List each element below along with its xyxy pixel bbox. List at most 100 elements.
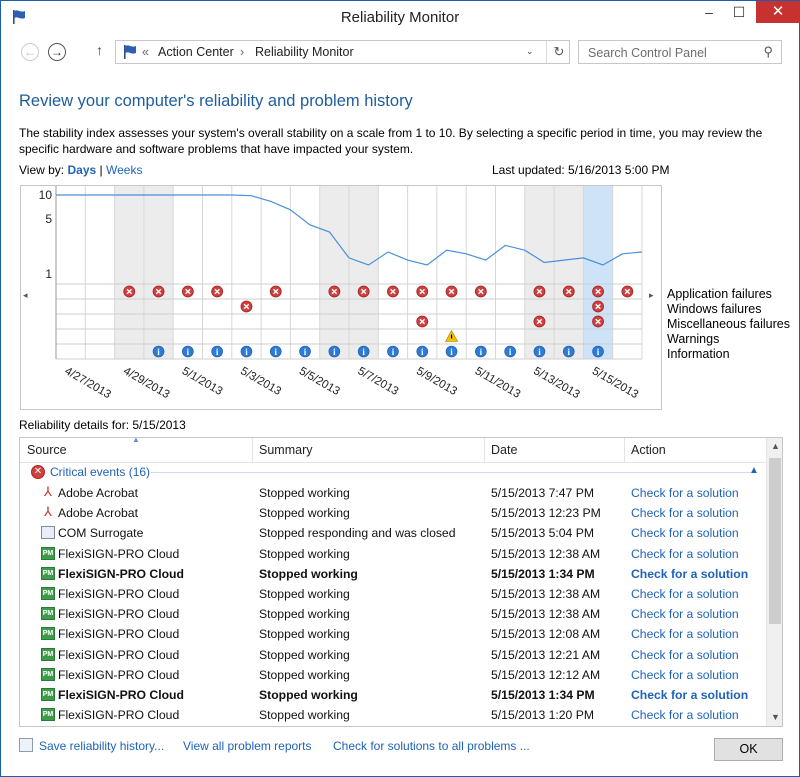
column-action[interactable]: Action [631, 443, 666, 457]
up-button[interactable]: ↑ [96, 42, 103, 58]
close-button[interactable]: ✕ [756, 1, 800, 23]
check-solution-link[interactable]: Check for a solution [631, 506, 739, 520]
view-all-reports-link[interactable]: View all problem reports [183, 739, 312, 753]
group-divider [151, 472, 751, 473]
summary-cell: Stopped working [259, 586, 350, 601]
source-cell: FlexiSIGN-PRO Cloud [58, 667, 180, 682]
x-tick-label: 5/1/2013 [180, 365, 225, 398]
table-row[interactable]: PM FlexiSIGN-PRO Cloud Stopped working 5/15… [20, 645, 766, 665]
table-row[interactable]: PM FlexiSIGN-PRO Cloud Stopped working 5/15… [20, 584, 766, 604]
navigation-bar: ← → ↑ « Action Center › Reliability Moni… [1, 33, 799, 71]
group-label[interactable]: Critical events (16) [50, 465, 150, 479]
chart-scroll-right[interactable]: ▸ [649, 290, 654, 301]
check-solution-link[interactable]: Check for a solution [631, 627, 739, 641]
back-button[interactable]: ← [21, 43, 39, 61]
address-bar[interactable]: « Action Center › Reliability Monitor ⌄ … [115, 40, 570, 64]
summary-cell: Stopped working [259, 546, 350, 561]
table-scrollbar[interactable]: ▲ ▼ [766, 438, 782, 726]
table-row[interactable]: PM FlexiSIGN-PRO Cloud Stopped working 5/15… [20, 685, 766, 705]
date-cell: 5/15/2013 7:47 PM [491, 486, 594, 500]
column-summary[interactable]: Summary [259, 443, 312, 457]
breadcrumb-arrow[interactable]: › [240, 45, 244, 59]
column-divider[interactable] [252, 438, 253, 462]
forward-button[interactable]: → [48, 43, 66, 61]
check-solution-link[interactable]: Check for a solution [631, 708, 739, 722]
column-date[interactable]: Date [491, 443, 517, 457]
check-solution-link[interactable]: Check for a solution [631, 567, 748, 581]
x-tick-label: 5/7/2013 [356, 365, 401, 398]
chevron-down-icon[interactable]: ⌄ [526, 46, 534, 57]
scroll-thumb[interactable] [769, 458, 781, 624]
source-cell: Adobe Acrobat [58, 506, 138, 521]
search-icon[interactable]: ⚲ [763, 44, 773, 60]
check-solution-link[interactable]: Check for a solution [631, 688, 748, 702]
check-solution-link[interactable]: Check for a solution [631, 587, 739, 601]
breadcrumb-action-center[interactable]: Action Center [158, 45, 234, 59]
view-separator: | [99, 163, 103, 177]
x-tick-label: 4/29/2013 [121, 365, 171, 401]
collapse-icon[interactable]: ▲ [749, 465, 759, 476]
summary-cell: Stopped responding and was closed [259, 526, 456, 541]
search-input[interactable] [586, 45, 760, 61]
event-row-labels: Application failures Windows failures Mi… [667, 287, 790, 362]
check-solution-link[interactable]: Check for a solution [631, 668, 739, 682]
refresh-button[interactable]: ↻ [546, 41, 571, 63]
critical-events-group[interactable]: ✕ Critical events (16) ▲ [20, 462, 766, 482]
source-cell: FlexiSIGN-PRO Cloud [58, 566, 184, 581]
summary-cell: Stopped working [259, 708, 350, 723]
table-row[interactable]: PM FlexiSIGN-PRO Cloud Stopped working 5/15… [20, 564, 766, 584]
date-cell: 5/15/2013 12:08 AM [491, 627, 601, 642]
ok-button[interactable]: OK [714, 738, 783, 761]
acrobat-app-icon: ⅄ [44, 484, 52, 499]
check-solution-link[interactable]: Check for a solution [631, 526, 739, 540]
summary-cell: Stopped working [259, 687, 358, 702]
table-row[interactable]: PM FlexiSIGN-PRO Cloud Stopped working 5/15… [20, 604, 766, 624]
day-column [524, 186, 555, 359]
date-cell: 5/15/2013 5:04 PM [491, 526, 594, 541]
column-source[interactable]: Source [27, 443, 67, 457]
date-cell: 5/15/2013 1:20 PM [491, 708, 594, 723]
day-column [407, 186, 437, 359]
chart-scroll-left[interactable]: ◂ [23, 290, 28, 301]
day-column [143, 186, 174, 359]
x-tick-label: 5/11/2013 [473, 365, 523, 401]
com-app-icon [41, 526, 55, 540]
view-by-label: View by: [19, 163, 65, 177]
breadcrumb-overflow[interactable]: « [142, 45, 149, 59]
date-cell: 5/15/2013 12:38 AM [491, 546, 601, 561]
table-row[interactable]: PM FlexiSIGN-PRO Cloud Stopped working 5/15… [20, 705, 766, 725]
check-solution-link[interactable]: Check for a solution [631, 547, 739, 561]
day-column [231, 186, 262, 359]
source-cell: FlexiSIGN-PRO Cloud [58, 708, 180, 723]
window-title: Reliability Monitor [340, 9, 460, 26]
check-all-solutions-link[interactable]: Check for solutions to all problems ... [333, 739, 530, 753]
table-row[interactable]: PM FlexiSIGN-PRO Cloud Stopped working 5/15… [20, 665, 766, 685]
save-history-link[interactable]: Save reliability history... [39, 739, 164, 753]
check-solution-link[interactable]: Check for a solution [631, 648, 739, 662]
table-row[interactable]: COM Surrogate Stopped responding and was … [20, 523, 766, 543]
column-divider[interactable] [484, 438, 485, 462]
day-column [85, 186, 115, 359]
table-row[interactable]: ⅄ Adobe Acrobat Stopped working 5/15/2013 1… [20, 503, 766, 523]
check-solution-link[interactable]: Check for a solution [631, 607, 739, 621]
check-solution-link[interactable]: Check for a solution [631, 486, 739, 500]
maximize-button[interactable]: ☐ [724, 1, 754, 23]
column-divider[interactable] [624, 438, 625, 462]
flexi-app-icon: PM [41, 566, 55, 580]
reliability-chart-svg: 1051i i i i i i i i i i i i i i i i4/27/2013 4/29/2013 5/… [39, 186, 643, 401]
scroll-up-icon[interactable]: ▲ [771, 441, 780, 451]
table-row[interactable]: PM FlexiSIGN-PRO Cloud Stopped working 5/15… [20, 624, 766, 644]
day-column [173, 186, 203, 359]
view-weeks-link[interactable]: Weeks [106, 163, 142, 177]
table-row[interactable]: PM FlexiSIGN-PRO Cloud Stopped working 5/15… [20, 544, 766, 564]
scroll-down-icon[interactable]: ▼ [771, 712, 780, 722]
view-days-link[interactable]: Days [67, 163, 96, 177]
reliability-chart[interactable]: 10 5 1 i i i i i i i i i i i i i i i i 4/27/2013 4/29/2013 5/… [20, 185, 662, 410]
table-row[interactable]: ⅄ Adobe Acrobat Stopped working 5/15/2013 7… [20, 483, 766, 503]
minimize-button[interactable]: – [694, 1, 724, 23]
breadcrumb-reliability-monitor[interactable]: Reliability Monitor [255, 45, 354, 59]
x-tick-label: 4/27/2013 [63, 365, 113, 401]
date-cell: 5/15/2013 12:38 AM [491, 586, 601, 601]
flexi-app-icon: PM [41, 607, 55, 621]
page-title: Review your computer's reliability and p… [19, 92, 413, 110]
